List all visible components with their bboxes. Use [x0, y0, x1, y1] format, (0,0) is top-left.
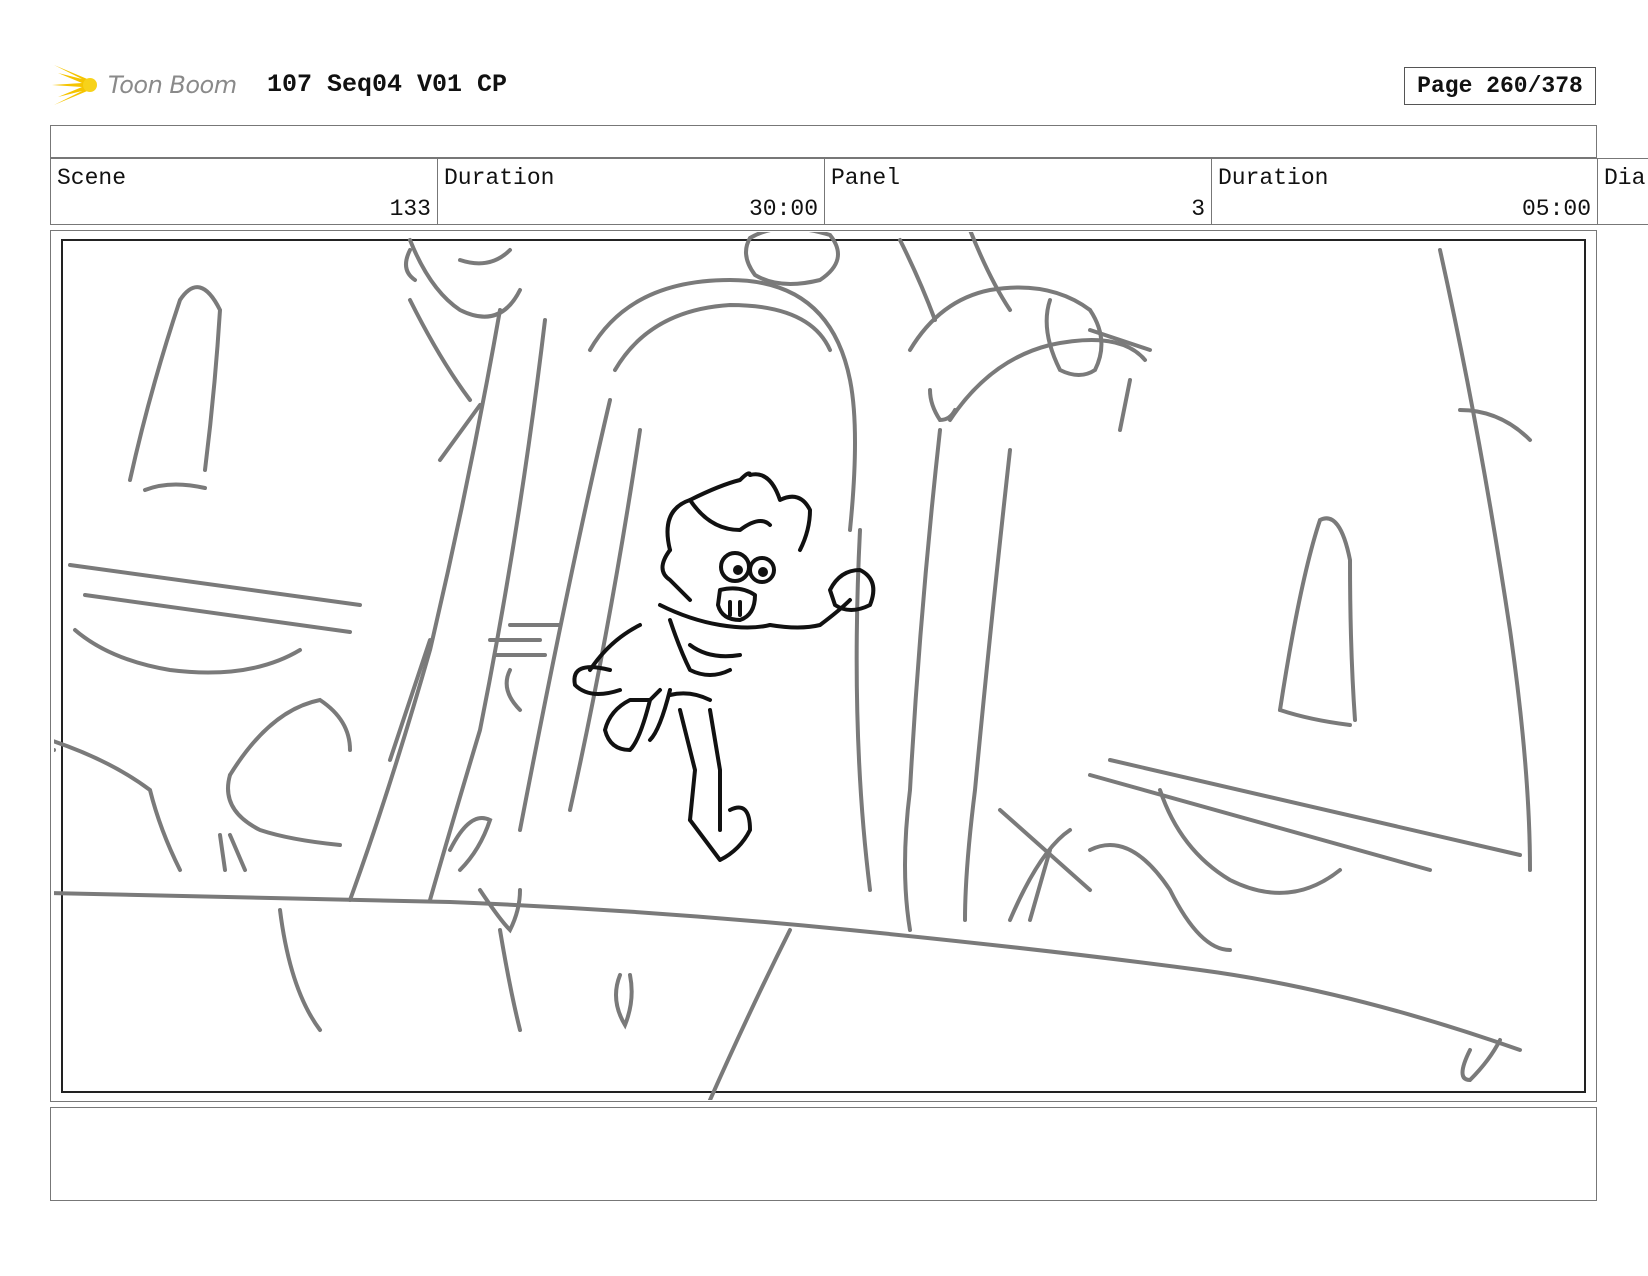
panel-duration-cell: Duration 05:00 [1211, 158, 1598, 225]
scene-value: 133 [389, 196, 431, 222]
panel-cell: Panel 3 [824, 158, 1212, 225]
dialog-cell: Dia [1597, 158, 1648, 225]
scene-info-row: Scene 133 Duration 30:00 Panel 3 Duratio… [50, 158, 1648, 225]
panel-duration-value: 05:00 [1521, 196, 1591, 222]
scene-duration-cell: Duration 30:00 [437, 158, 825, 225]
logo-text: Toon Boom [108, 71, 237, 99]
scene-duration-label: Duration [444, 165, 555, 191]
panel-duration-label: Duration [1218, 165, 1329, 191]
scene-cell: Scene 133 [50, 158, 438, 225]
dialog-label: Dia [1604, 165, 1646, 191]
page-indicator: Page 260/378 [1404, 67, 1596, 105]
toon-boom-logo: Toon Boom [52, 58, 237, 112]
panel-label: Panel [831, 165, 901, 191]
storyboard-sketch-icon [54, 232, 1532, 1100]
scene-label: Scene [57, 165, 127, 191]
title-bar [50, 125, 1597, 158]
scene-duration-value: 30:00 [748, 196, 818, 222]
starburst-icon [52, 65, 97, 105]
action-notes-box [50, 1107, 1597, 1201]
document-title: 107 Seq04 V01 CP [267, 70, 508, 99]
panel-value: 3 [1191, 196, 1205, 222]
